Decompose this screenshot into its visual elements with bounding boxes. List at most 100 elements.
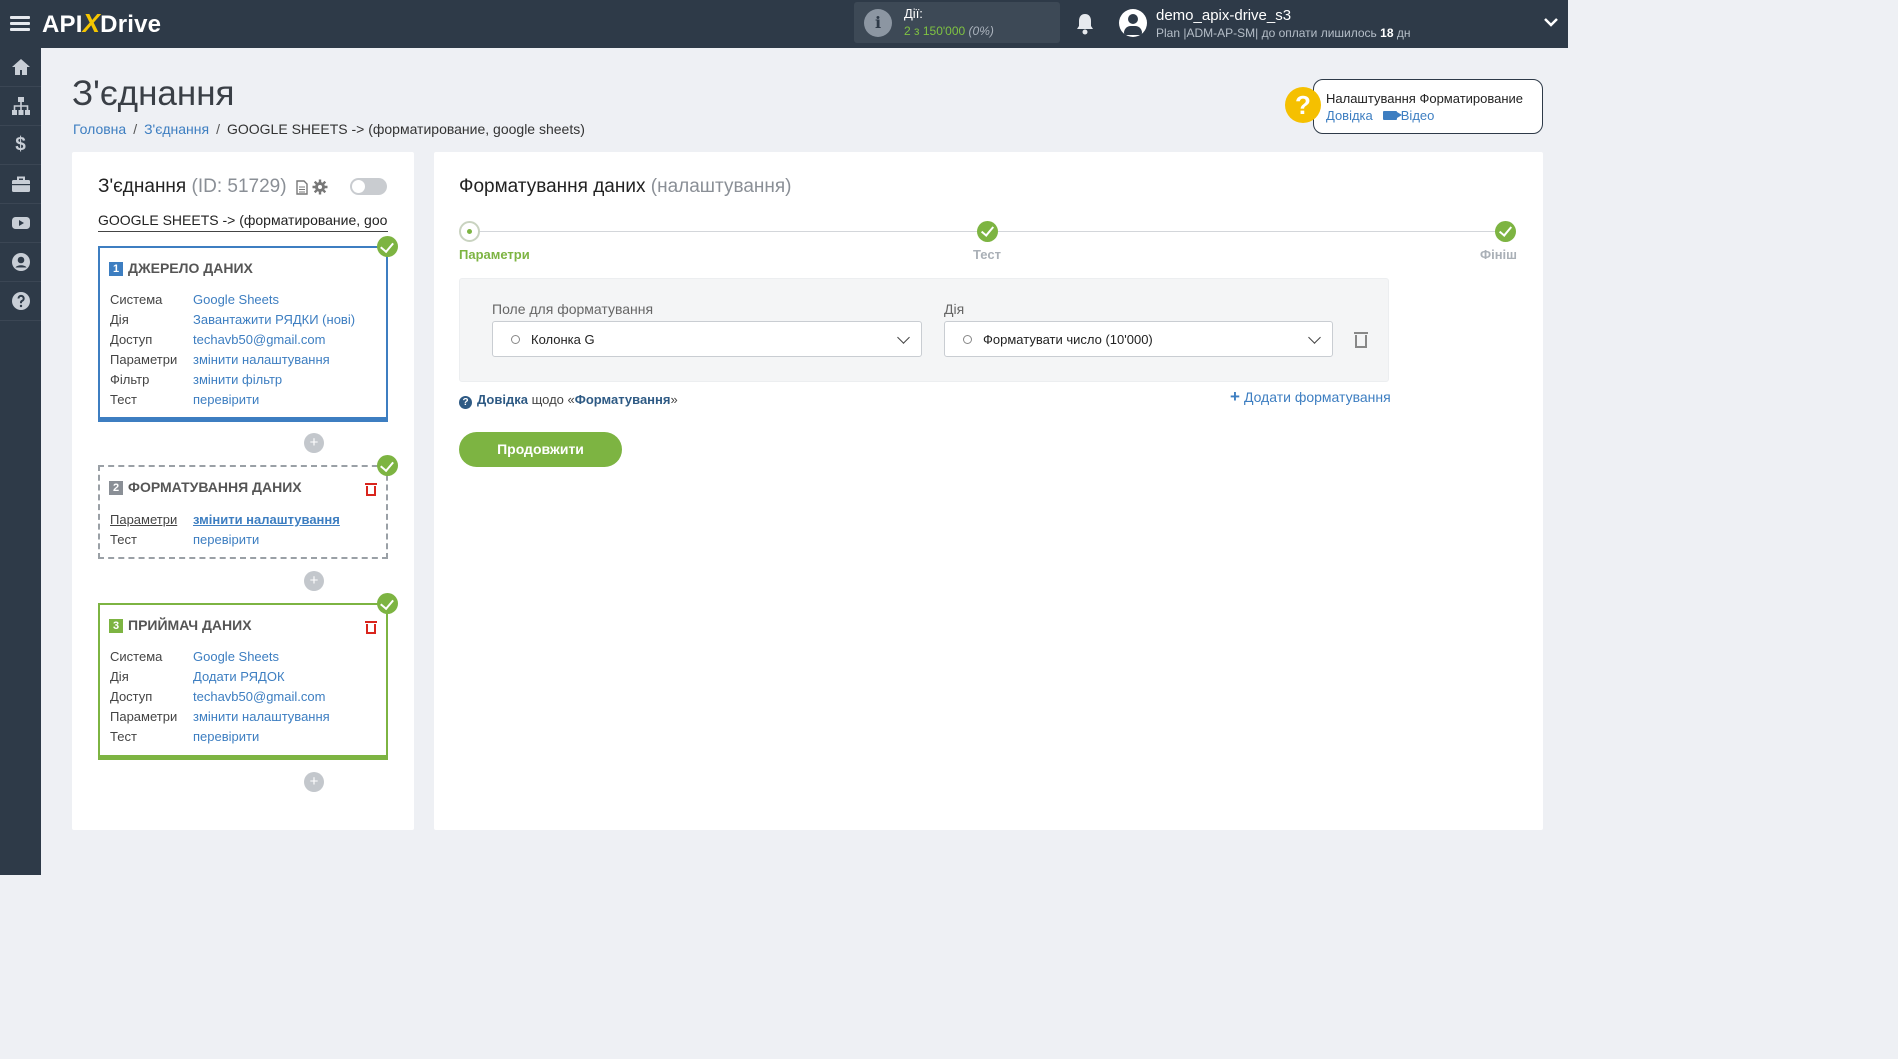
row-value[interactable]: змінити налаштування [193, 350, 330, 370]
card-title: ПРИЙМАЧ ДАНИХ [128, 617, 252, 633]
trash-icon[interactable] [365, 621, 377, 634]
formatting-panel: Форматування даних (налаштування) Параме… [434, 152, 1543, 830]
bell-icon[interactable] [1074, 12, 1096, 36]
row-key: Система [110, 292, 163, 307]
gear-icon[interactable] [312, 179, 328, 199]
card-row: Тест перевірити [110, 530, 340, 550]
row-key: Параметри [110, 709, 178, 724]
row-value[interactable]: змінити налаштування [193, 707, 330, 727]
help-end: » [670, 392, 678, 407]
document-icon[interactable] [296, 180, 308, 199]
chevron-down-icon[interactable] [1544, 14, 1558, 30]
add-step-button[interactable]: + [304, 772, 324, 792]
add-step-button[interactable]: + [304, 571, 324, 591]
action-select[interactable]: Форматувати число (10'000) [944, 321, 1333, 357]
row-value[interactable]: Завантажити РЯДКИ (нові) [193, 310, 355, 330]
sidebar: $ [0, 48, 41, 875]
step-label-params[interactable]: Параметри [459, 247, 530, 262]
connection-name: GOOGLE SHEETS -> (форматирование, google… [98, 212, 388, 232]
card-row: Параметри змінити налаштування [110, 510, 340, 530]
actions-percent: (0%) [968, 24, 994, 38]
question-circle-icon: ? [459, 396, 472, 409]
logo[interactable]: APIXDrive [42, 8, 161, 39]
action-label: Дія [944, 301, 965, 317]
plan-text: Plan |ADM-AP-SM| до оплати лишилось [1156, 26, 1377, 40]
trash-icon[interactable] [365, 483, 377, 496]
row-value[interactable]: Додати РЯДОК [193, 667, 285, 687]
field-label: Поле для форматування [492, 301, 654, 317]
formatting-help-link[interactable]: ? Довідка щодо «Форматування» [459, 392, 678, 409]
logo-left: API [42, 11, 83, 38]
youtube-icon[interactable] [0, 204, 41, 243]
chevron-down-icon [1308, 331, 1321, 344]
row-value[interactable]: Google Sheets [193, 647, 279, 667]
help-box-title: Налаштування Форматирование [1326, 91, 1524, 106]
field-select[interactable]: Колонка G [492, 321, 922, 357]
actions-counter[interactable]: i Дії: 2 з 150'000 (0%) [854, 2, 1060, 43]
help-link[interactable]: Довідка [1326, 108, 1373, 123]
help-icon[interactable] [0, 282, 41, 321]
question-icon[interactable]: ? [1285, 87, 1321, 123]
plus-icon: + [1230, 387, 1240, 406]
row-key: Фільтр [110, 372, 150, 387]
row-value[interactable]: змінити налаштування [193, 510, 340, 530]
row-value[interactable]: techavb50@gmail.com [193, 687, 325, 707]
card-row: Тест перевірити [110, 390, 355, 410]
row-value[interactable]: перевірити [193, 727, 259, 747]
step-label-test[interactable]: Тест [973, 247, 1001, 262]
video-link[interactable]: Відео [1401, 108, 1435, 123]
delete-rule-icon[interactable] [1354, 331, 1368, 348]
destination-card[interactable]: 3 ПРИЙМАЧ ДАНИХ Система Google Sheets Дія Д… [98, 593, 398, 760]
help-mid: щодо « [531, 392, 575, 407]
add-formatting-link[interactable]: + Додати форматування [1230, 387, 1391, 407]
add-step-button[interactable]: + [304, 433, 324, 453]
breadcrumb-sep: / [133, 121, 138, 137]
dollar-icon[interactable]: $ [0, 126, 41, 165]
card-title: ФОРМАТУВАННЯ ДАНИХ [128, 479, 302, 495]
row-value[interactable]: перевірити [193, 530, 259, 550]
step-current-dot[interactable] [459, 221, 480, 242]
card-title: ДЖЕРЕЛО ДАНИХ [128, 260, 253, 276]
step-done-dot[interactable] [977, 221, 998, 242]
card-row: Фільтр змінити фільтр [110, 370, 355, 390]
step-label-finish[interactable]: Фініш [1480, 247, 1517, 262]
breadcrumb-current: GOOGLE SHEETS -> (форматирование, google… [227, 121, 585, 137]
row-value[interactable]: Google Sheets [193, 290, 279, 310]
check-circle-icon [377, 593, 398, 614]
help-box-links: Довідка Відео [1326, 108, 1444, 123]
briefcase-icon[interactable] [0, 165, 41, 204]
row-value[interactable]: перевірити [193, 390, 259, 410]
top-bar: APIXDrive i Дії: 2 з 150'000 (0%) demo_a… [0, 0, 1568, 48]
continue-button[interactable]: Продовжити [459, 432, 622, 467]
step-number: 3 [109, 619, 123, 633]
breadcrumb-home[interactable]: Головна [73, 121, 126, 137]
connection-title: З'єднання (ID: 51729) [98, 176, 287, 198]
connection-tools [296, 179, 328, 199]
card-rows: Система Google Sheets Дія Завантажити РЯДК… [110, 290, 355, 410]
connection-toggle[interactable] [350, 178, 387, 195]
row-key: Тест [110, 392, 137, 407]
source-card[interactable]: 1 ДЖЕРЕЛО ДАНИХ Система Google Sheets Дія З… [98, 236, 398, 422]
row-value[interactable]: змінити фільтр [193, 370, 282, 390]
formatting-card[interactable]: 2 ФОРМАТУВАННЯ ДАНИХ Параметри змінити нал… [98, 455, 398, 559]
row-key: Дія [110, 312, 129, 327]
home-icon[interactable] [0, 48, 41, 87]
avatar[interactable] [1119, 9, 1147, 37]
step-number: 1 [109, 262, 123, 276]
breadcrumb-connections[interactable]: З'єднання [144, 121, 209, 137]
card-row: Тест перевірити [110, 727, 330, 747]
card-row: Параметри змінити налаштування [110, 350, 355, 370]
actions-count-value: 2 з 150'000 [904, 24, 966, 38]
formatting-rule: Поле для форматування Колонка G Дія Форм… [459, 278, 1389, 382]
actions-label: Дії: [904, 6, 923, 21]
card-row: Параметри змінити налаштування [110, 707, 330, 727]
sitemap-icon[interactable] [0, 87, 41, 126]
user-icon[interactable] [0, 243, 41, 282]
step-done-dot[interactable] [1495, 221, 1516, 242]
circle-icon [511, 335, 520, 344]
help-prefix: Довідка [477, 392, 528, 407]
row-value[interactable]: techavb50@gmail.com [193, 330, 325, 350]
action-select-value: Форматувати число (10'000) [983, 332, 1153, 347]
menu-icon[interactable] [10, 13, 30, 35]
username[interactable]: demo_apix-drive_s3 [1156, 7, 1291, 24]
